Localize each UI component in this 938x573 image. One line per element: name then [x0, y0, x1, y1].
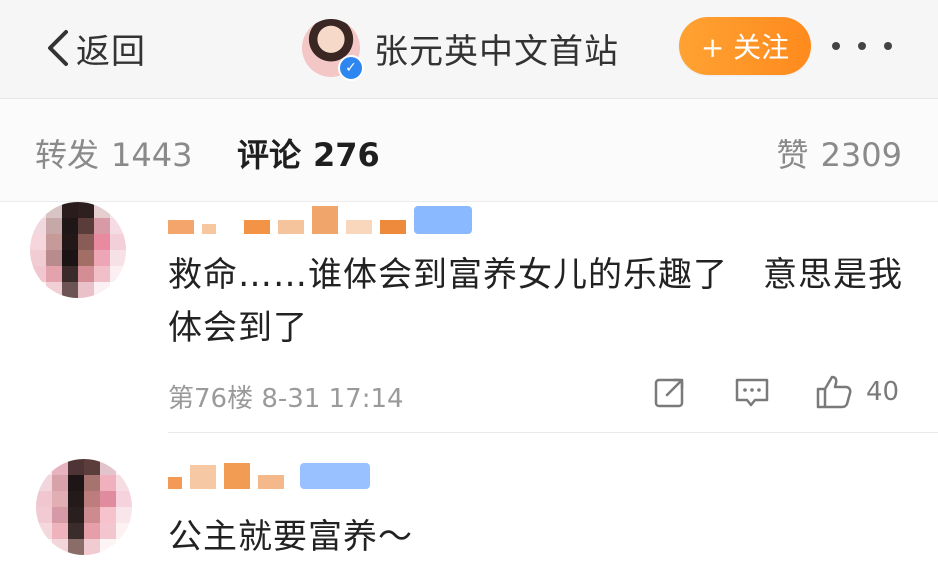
like-button[interactable]: 40: [814, 372, 899, 412]
tab-like-label: 赞: [776, 136, 809, 174]
like-count: 40: [866, 377, 900, 407]
follow-button[interactable]: + 关注: [679, 17, 811, 75]
username-pixelated[interactable]: [168, 202, 480, 234]
tab-like-count: 2309: [820, 136, 902, 174]
avatar[interactable]: ✓: [302, 19, 364, 81]
account-info[interactable]: ✓ 张元英中文首站: [302, 18, 619, 81]
tab-repost-label: 转发: [35, 136, 100, 174]
verified-badge-icon: ✓: [338, 55, 364, 81]
stats-tabs: 转发 1443 评论 276 赞 2309: [0, 99, 938, 202]
comment-item: 公主就要富养～: [0, 433, 938, 573]
comment-icon: [733, 374, 771, 410]
comment-meta: 第76楼 8-31 17:14: [168, 384, 404, 414]
back-button[interactable]: 返回: [40, 20, 146, 76]
comment-text: 救命……谁体会到富养女儿的乐趣了 意思是我体会到了: [168, 255, 903, 348]
comment-button[interactable]: [733, 372, 771, 412]
back-label: 返回: [76, 31, 146, 72]
tab-like[interactable]: 赞 2309: [777, 130, 902, 176]
tab-repost-count: 1443: [111, 136, 193, 174]
tab-repost[interactable]: 转发 1443: [35, 130, 192, 176]
repost-icon: [652, 374, 688, 410]
account-name[interactable]: 张元英中文首站: [374, 24, 619, 73]
avatar[interactable]: [30, 202, 126, 298]
chevron-left-icon: [40, 28, 76, 68]
tab-comment-count: 276: [313, 136, 380, 174]
tab-comment-label: 评论: [237, 136, 302, 174]
top-bar: 返回 ✓ 张元英中文首站 + 关注: [0, 0, 938, 99]
username-pixelated[interactable]: [168, 457, 378, 489]
avatar[interactable]: [36, 459, 132, 555]
tab-comment[interactable]: 评论 276: [237, 130, 380, 176]
comment-text: 公主就要富养～: [168, 517, 413, 557]
more-dots-icon[interactable]: [832, 28, 892, 64]
repost-button[interactable]: [652, 372, 688, 412]
like-icon: [814, 373, 854, 411]
comment-item: 救命……谁体会到富养女儿的乐趣了 意思是我体会到了 第76楼 8-31 17:1…: [0, 202, 938, 432]
